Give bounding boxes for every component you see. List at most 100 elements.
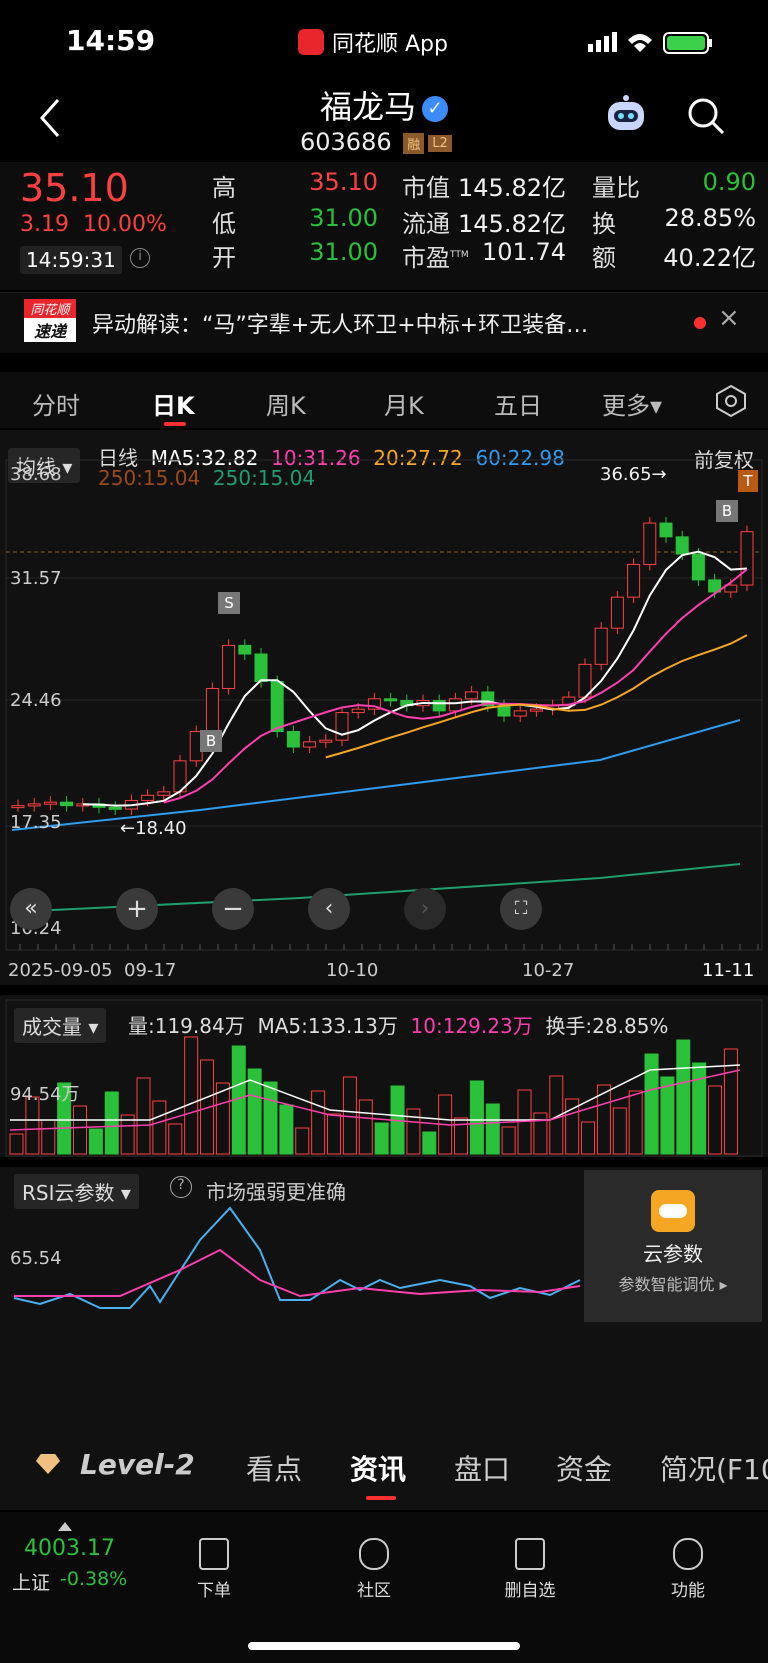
- order-button[interactable]: 下单: [174, 1538, 254, 1601]
- remove-watchlist-button[interactable]: 删自选: [490, 1538, 570, 1601]
- volume-dropdown-label: 成交量: [22, 1015, 82, 1039]
- mcap-value: 145.82亿: [458, 174, 566, 202]
- index-change: -0.38%: [60, 1568, 128, 1590]
- volume-bar: [295, 1127, 310, 1155]
- rsi-group: [13, 1206, 581, 1309]
- tab-profile[interactable]: 简况(F10: [660, 1448, 768, 1488]
- rsi-dropdown[interactable]: RSI云参数 ▾: [14, 1174, 139, 1209]
- candle: [513, 710, 527, 717]
- candle: [303, 741, 317, 748]
- buy-marker-2[interactable]: B: [716, 500, 738, 522]
- volume-bar: [73, 1105, 88, 1155]
- tab-more[interactable]: 更多▾: [602, 386, 662, 421]
- functions-button[interactable]: 功能: [648, 1538, 728, 1601]
- volume-bar: [184, 1036, 199, 1155]
- high-label: 高: [212, 174, 236, 202]
- settings-hex-icon[interactable]: [714, 384, 748, 418]
- volume-value: 量:119.84万: [128, 1014, 245, 1038]
- functions-label: 功能: [671, 1581, 705, 1601]
- candle: [529, 708, 543, 712]
- volume-dropdown[interactable]: 成交量 ▾: [14, 1008, 107, 1043]
- x-label-2: 09-17: [124, 960, 177, 981]
- zoom-out-button[interactable]: −: [212, 888, 254, 930]
- x-label-1: 2025-09-05: [8, 960, 113, 981]
- volume-bar: [263, 1081, 278, 1155]
- turn-value: 28.85%: [664, 204, 756, 232]
- index-value[interactable]: 4003.17: [24, 1536, 115, 1561]
- tab-daily[interactable]: 日K: [152, 386, 195, 421]
- sell-marker[interactable]: S: [218, 592, 240, 614]
- buy-marker-1[interactable]: B: [200, 730, 222, 752]
- candle: [222, 644, 236, 689]
- candle: [643, 522, 657, 565]
- tab-level2[interactable]: Level-2: [80, 1448, 195, 1481]
- news-ticker[interactable]: 同花顺 速递 异动解读：“马”字辈+无人环卫+中标+环卫装备… ×: [0, 292, 768, 353]
- detail-tabs: Level-2 看点 资讯 盘口 资金 简况(F10: [0, 1420, 768, 1510]
- period-tabs: 分时 日K 周K 月K 五日 更多▾: [0, 372, 768, 428]
- volume-bar: [708, 1085, 723, 1155]
- fullscreen-button[interactable]: ⛶: [500, 888, 542, 930]
- t-marker[interactable]: T: [738, 470, 758, 492]
- quote-panel: 35.10 3.19 10.00% 14:59:31 i 高 35.10 低 3…: [0, 162, 768, 290]
- kline-group: [11, 517, 754, 913]
- candle: [627, 563, 641, 598]
- candle: [659, 522, 673, 538]
- float-label: 流通: [402, 210, 450, 238]
- zoom-in-button[interactable]: +: [116, 888, 158, 930]
- tab-funds[interactable]: 资金: [556, 1448, 612, 1488]
- rsi-line-b: [14, 1248, 581, 1298]
- candle: [141, 794, 155, 801]
- vr-label: 量比: [592, 174, 640, 202]
- tab-news[interactable]: 资讯: [350, 1448, 406, 1488]
- community-icon: [359, 1538, 389, 1570]
- news-text[interactable]: 异动解读：“马”字辈+无人环卫+中标+环卫装备…: [92, 307, 682, 339]
- candle: [691, 553, 705, 581]
- candle: [238, 644, 252, 655]
- volume-bar: [88, 1128, 103, 1155]
- tab-weekly[interactable]: 周K: [266, 386, 306, 421]
- tab-five-day[interactable]: 五日: [494, 386, 542, 421]
- community-button[interactable]: 社区: [334, 1538, 414, 1601]
- news-badge: 同花顺 速递: [24, 299, 76, 345]
- help-icon[interactable]: ?: [170, 1176, 192, 1198]
- cloud-param-card[interactable]: 云参数 参数智能调优 ▸: [584, 1170, 762, 1322]
- tab-monthly[interactable]: 月K: [384, 386, 424, 421]
- quote-time: 14:59:31: [20, 246, 122, 274]
- candle: [27, 803, 41, 807]
- search-icon[interactable]: [686, 96, 726, 136]
- scroll-start-button[interactable]: «: [10, 888, 52, 930]
- candle: [675, 536, 689, 555]
- volume-bar: [342, 1076, 357, 1155]
- minus-box-icon: [515, 1538, 545, 1570]
- volume-bar: [581, 1121, 596, 1155]
- tab-intraday[interactable]: 分时: [32, 386, 80, 421]
- volume-values: 量:119.84万 MA5:133.13万 10:129.23万 换手:28.8…: [128, 1010, 668, 1039]
- level2-tag: L2: [428, 134, 452, 152]
- tab-highlights[interactable]: 看点: [246, 1448, 302, 1488]
- menu-icon: [673, 1538, 703, 1570]
- scroll-right-button[interactable]: ›: [404, 888, 446, 930]
- robot-assistant-icon[interactable]: [602, 94, 650, 138]
- y-label-3: 24.46: [10, 690, 62, 711]
- cloud-card-sub: 参数智能调优 ▸: [618, 1275, 728, 1294]
- tab-orderbook[interactable]: 盘口: [454, 1448, 510, 1488]
- mcap-label: 市值: [402, 174, 450, 202]
- candle: [594, 627, 608, 665]
- volume-bar: [454, 1117, 469, 1155]
- volume-bar: [676, 1039, 691, 1155]
- volume-bar: [422, 1131, 437, 1155]
- amt-value: 40.22亿: [663, 244, 756, 272]
- low-label: 低: [212, 210, 236, 238]
- info-icon[interactable]: i: [130, 248, 150, 268]
- pe-label: 市盈TTM: [402, 238, 469, 273]
- vr-value: 0.90: [702, 168, 756, 196]
- volume-bar: [279, 1104, 294, 1155]
- close-icon[interactable]: ×: [718, 303, 740, 333]
- status-icons: [588, 32, 712, 54]
- volume-bar: [327, 1113, 342, 1155]
- scroll-left-button[interactable]: ‹: [308, 888, 350, 930]
- status-time: 14:59: [66, 24, 156, 57]
- index-expand-icon[interactable]: [58, 1522, 72, 1531]
- volume-bar: [374, 1122, 389, 1155]
- y-label-1: 38.68: [10, 464, 62, 485]
